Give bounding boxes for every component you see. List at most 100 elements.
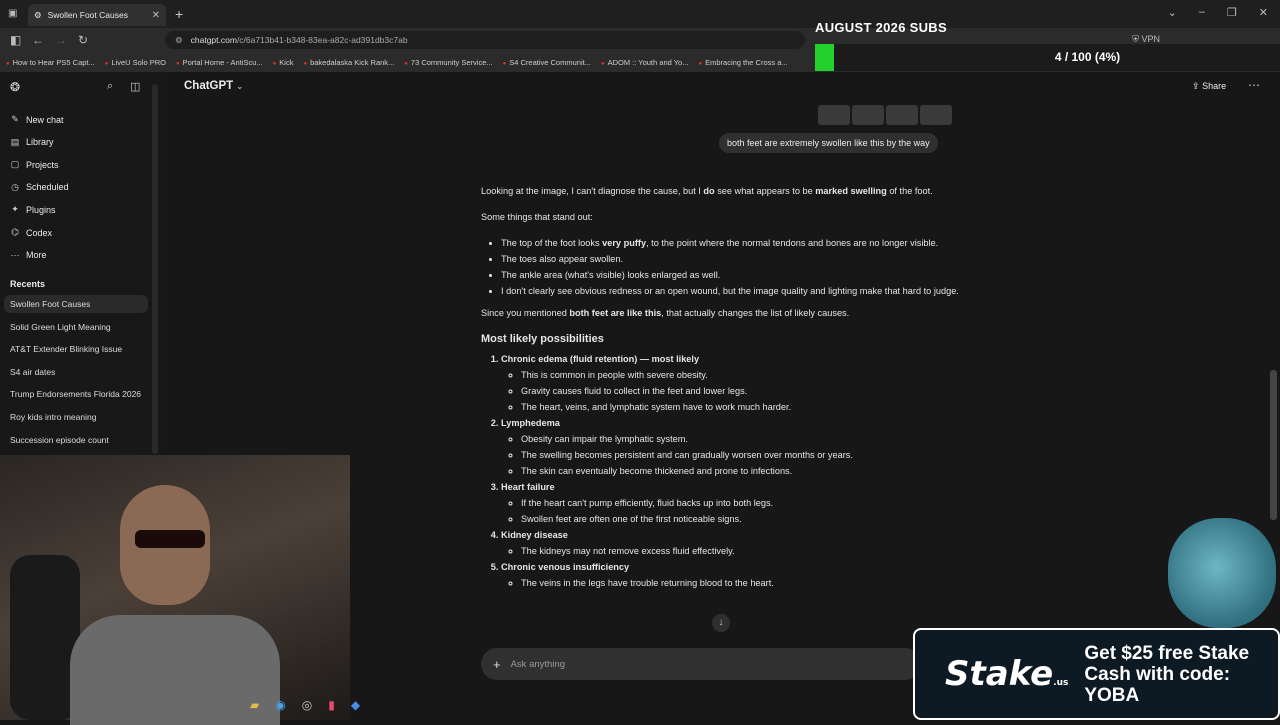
search-icon[interactable]: ⌕ — [107, 80, 113, 93]
close-tab-icon[interactable]: ✕ — [152, 10, 160, 21]
sidebar-item-library[interactable]: ▤ Library — [10, 137, 54, 148]
sidebar-item-scheduled[interactable]: ◷ Scheduled — [10, 181, 68, 193]
cause-point: If the heart can't pump efficiently, flu… — [521, 495, 966, 511]
browser-tabstrip — [0, 0, 1280, 28]
browser-icon[interactable]: ◉ — [275, 698, 285, 712]
bookmark-item[interactable]: 73 Community Service... — [404, 58, 493, 67]
taskbar: ▰ ◉ ◎ ▮ ◆ — [250, 698, 360, 712]
cause-title: Lymphedema — [501, 418, 560, 428]
file-explorer-icon[interactable]: ▰ — [250, 698, 259, 712]
close-window-icon[interactable]: ✕ — [1259, 6, 1268, 19]
more-options-icon[interactable]: ⋯ — [1248, 78, 1260, 92]
list-item: The top of the foot looks very puffy, to… — [501, 235, 966, 251]
scroll-down-button[interactable]: ↓ — [712, 614, 730, 632]
intro-paragraph: Looking at the image, I can't diagnose t… — [481, 186, 933, 196]
recent-chat-item[interactable]: Trump Endorsements Florida 2026 — [4, 385, 148, 403]
minimize-icon[interactable]: – — [1199, 6, 1205, 19]
streamer-shirt — [70, 615, 280, 725]
new-tab-icon[interactable]: + — [175, 6, 183, 22]
user-message: both feet are extremely swollen like thi… — [719, 133, 938, 153]
bookmark-item[interactable]: Portal Home - AntiScu... — [176, 58, 263, 67]
attach-plus-icon[interactable]: + — [493, 657, 501, 672]
bookmark-item[interactable]: ADOM :: Youth and Yo... — [601, 58, 689, 67]
cause-title: Kidney disease — [501, 530, 568, 540]
sidebar-item-new-chat[interactable]: ✎ New chat — [10, 114, 64, 125]
library-icon: ▤ — [10, 136, 20, 147]
chevron-down-icon[interactable]: ⌄ — [1168, 6, 1177, 19]
composer[interactable]: + Ask anything — [481, 648, 921, 680]
attached-images[interactable] — [818, 105, 952, 125]
recent-chat-item[interactable]: Solid Green Light Meaning — [4, 318, 148, 336]
sidebar-item-label: Plugins — [26, 204, 56, 215]
causes-list: Chronic edema (fluid retention) — most l… — [481, 351, 966, 591]
sidebar-item-more[interactable]: ⋯ More — [10, 250, 47, 261]
site-info-icon[interactable]: ⚙ — [175, 35, 183, 46]
sidebar-scrollbar[interactable] — [152, 84, 158, 454]
section-heading: Most likely possibilities — [481, 333, 604, 345]
recent-chat-item[interactable]: AT&T Extender Blinking Issue — [4, 340, 148, 358]
bookmark-item[interactable]: bakedalaska Kick Rank... — [303, 58, 394, 67]
obs-icon[interactable]: ◎ — [302, 698, 312, 712]
cause-point: Gravity causes fluid to collect in the f… — [521, 383, 966, 399]
main-scrollbar[interactable] — [1270, 370, 1277, 520]
image-thumbnail[interactable] — [920, 105, 952, 125]
sidebar-item-label: New chat — [26, 114, 64, 125]
openai-logo-icon[interactable]: ❂ — [10, 80, 20, 94]
sidebar-item-plugins[interactable]: ✦ Plugins — [10, 204, 56, 215]
recent-chat-item[interactable]: Roy kids intro meaning — [4, 408, 148, 426]
cause-item: Kidney disease The kidneys may not remove… — [501, 527, 966, 559]
bookmark-item[interactable]: S4 Creative Communit... — [503, 58, 591, 67]
more-icon: ⋯ — [10, 249, 20, 260]
cause-point: The heart, veins, and lymphatic system h… — [521, 399, 966, 415]
share-label: Share — [1202, 81, 1227, 91]
editor-icon[interactable]: ◆ — [351, 698, 360, 712]
image-thumbnail[interactable] — [886, 105, 918, 125]
bookmark-item[interactable]: Embracing the Cross a... — [698, 58, 788, 67]
stake-ad-banner: Stake.us Get $25 free Stake Cash with co… — [913, 628, 1280, 720]
list-item: I don't clearly see obvious redness or a… — [501, 283, 966, 299]
sidebar-item-codex[interactable]: ⌬ Codex — [10, 227, 52, 238]
maximize-icon[interactable]: ❐ — [1227, 6, 1237, 19]
list-item: The toes also appear swollen. — [501, 251, 966, 267]
forward-icon[interactable]: → — [55, 33, 67, 47]
shield-icon: ⛨ — [1132, 34, 1139, 44]
subs-goal-title: AUGUST 2026 SUBS — [815, 20, 947, 35]
back-icon[interactable]: ← — [32, 33, 44, 47]
recent-chat-item[interactable]: Swollen Foot Causes — [4, 295, 148, 313]
subs-progress-text: 4 / 100 (4%) — [1054, 50, 1121, 64]
prompt-input[interactable]: Ask anything — [511, 659, 565, 670]
stake-promo-text: Get $25 free Stake Cash with code: YOBA — [1084, 642, 1250, 706]
cause-point: This is common in people with severe obe… — [521, 367, 966, 383]
assistant-response: Looking at the image, I can't diagnose t… — [481, 183, 966, 591]
tab-menu-icon[interactable]: ▣ — [8, 8, 17, 19]
url-host: chatgpt.com — [190, 35, 237, 45]
sidebar-toggle-icon[interactable]: ◧ — [10, 33, 21, 47]
app-icon[interactable]: ▮ — [328, 698, 335, 712]
bookmark-item[interactable]: How to Hear PS5 Capt... — [6, 58, 95, 67]
cause-point: Swollen feet are often one of the first … — [521, 511, 966, 527]
bookmark-item[interactable]: Kick — [273, 58, 293, 67]
clock-icon: ◷ — [11, 181, 19, 192]
streamer-webcam — [0, 455, 350, 725]
browser-tab[interactable]: ⚙ Swollen Foot Causes ✕ — [28, 4, 166, 26]
stand-out-paragraph: Some things that stand out: — [481, 212, 593, 222]
sidebar-item-label: Projects — [26, 159, 59, 170]
image-thumbnail[interactable] — [818, 105, 850, 125]
cause-title: Heart failure — [501, 482, 555, 492]
stake-logo: Stake.us — [945, 654, 1069, 694]
close-sidebar-icon[interactable]: ◫ — [130, 80, 140, 93]
codex-icon: ⌬ — [11, 227, 19, 237]
recent-chat-item[interactable]: S4 air dates — [4, 363, 148, 381]
sidebar-item-projects[interactable]: ▢ Projects — [10, 159, 59, 170]
share-button[interactable]: ⇪ Share — [1192, 81, 1226, 92]
bookmark-item[interactable]: LiveU Solo PRO — [105, 58, 166, 67]
sidebar-item-label: Library — [26, 137, 54, 148]
cause-title: Chronic venous insufficiency — [501, 562, 630, 572]
window-controls: ⌄ – ❐ ✕ — [1168, 6, 1268, 19]
model-selector[interactable]: ChatGPT ⌄ — [184, 80, 243, 92]
cause-item: Lymphedema Obesity can impair the lymphat… — [501, 415, 966, 479]
url-bar[interactable]: ⚙ chatgpt.com/c/6a713b41-b348-83ea-a82c-… — [165, 31, 805, 49]
image-thumbnail[interactable] — [852, 105, 884, 125]
recent-chat-item[interactable]: Succession episode count — [4, 431, 148, 449]
reload-icon[interactable]: ↻ — [78, 33, 88, 47]
